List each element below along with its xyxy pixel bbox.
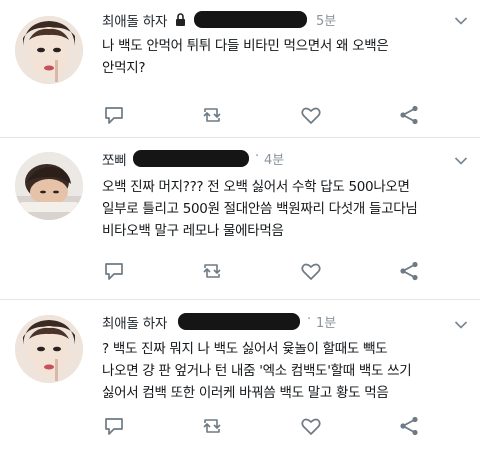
chevron-down-icon[interactable]: [454, 156, 468, 166]
redacted-handle: [133, 150, 249, 167]
redacted-handle: [194, 11, 307, 28]
tweet-1[interactable]: 최애돌 하자 5분 나 백도 안먹어 튀튀 다들 비타민 먹으면서 왜 오백은 …: [0, 0, 480, 136]
action-bar: [102, 259, 432, 285]
tweet-text: ? 백도 진짜 뭐지 나 백도 싫어서 윷놀이 할때도 빽도 나오면 걍 판 엎…: [102, 338, 472, 404]
timestamp[interactable]: 4분: [264, 149, 284, 168]
avatar[interactable]: [15, 315, 83, 383]
action-bar: [102, 414, 432, 440]
redacted-handle: [178, 313, 300, 330]
tweet-text-line: 일부로 틀리고 500원 절대안씀 백원짜리 다섯개 들고다님: [102, 201, 418, 217]
tweet-2[interactable]: 쪼삐 · 4분 오백 진짜 머지??? 전 오백 싫어서 수학 답도 500나오…: [0, 138, 480, 298]
lock-icon: [176, 13, 185, 26]
tweet-text-line: 나 백도 안먹어 튀튀 다들 비타민 먹으면서 왜 오백은: [102, 38, 389, 54]
reply-icon[interactable]: [102, 414, 126, 438]
retweet-icon[interactable]: [200, 414, 224, 438]
tweet-text: 나 백도 안먹어 튀튀 다들 비타민 먹으면서 왜 오백은 안먹지?: [102, 35, 472, 79]
retweet-icon[interactable]: [200, 103, 224, 127]
author-name[interactable]: 최애돌 하자: [102, 10, 167, 30]
tweet-text-line: 오백 진짜 머지??? 전 오백 싫어서 수학 답도 500나오면: [102, 179, 410, 195]
like-icon[interactable]: [299, 414, 323, 438]
avatar[interactable]: [15, 16, 83, 84]
tweet-text-line: ? 백도 진짜 뭐지 나 백도 싫어서 윷놀이 할때도 빽도: [102, 341, 388, 357]
tweet-3[interactable]: 최애돌 하자 · 1분 ? 백도 진짜 뭐지 나 백도 싫어서 윷놀이 할때도 …: [0, 300, 480, 455]
timestamp[interactable]: 1분: [316, 312, 336, 331]
tweet-text-line: 비타오백 말구 레모나 물에타먹음: [102, 223, 284, 239]
tweet-text-line: 싫어서 컴백 또한 이러케 바꿔씀 백도 말고 황도 먹음: [102, 385, 389, 401]
share-icon[interactable]: [397, 103, 421, 127]
like-icon[interactable]: [299, 259, 323, 283]
tweet-text-line: 안먹지?: [102, 60, 146, 76]
chevron-down-icon[interactable]: [454, 16, 468, 26]
author-name[interactable]: 쪼삐: [102, 149, 127, 169]
retweet-icon[interactable]: [200, 259, 224, 283]
reply-icon[interactable]: [102, 259, 126, 283]
share-icon[interactable]: [397, 414, 421, 438]
share-icon[interactable]: [397, 259, 421, 283]
reply-icon[interactable]: [102, 103, 126, 127]
author-name[interactable]: 최애돌 하자: [102, 312, 167, 332]
tweet-text-line: 나오면 걍 판 엎거나 턴 내줌 '엑소 컴백도'할때 백도 쓰기: [102, 363, 412, 379]
tweet-text: 오백 진짜 머지??? 전 오백 싫어서 수학 답도 500나오면 일부로 틀리…: [102, 176, 472, 242]
like-icon[interactable]: [299, 103, 323, 127]
separator: ·: [307, 312, 312, 327]
chevron-down-icon[interactable]: [454, 320, 468, 330]
avatar[interactable]: [15, 152, 83, 220]
action-bar: [102, 103, 432, 129]
separator: ·: [255, 149, 260, 164]
timestamp[interactable]: 5분: [316, 10, 336, 29]
